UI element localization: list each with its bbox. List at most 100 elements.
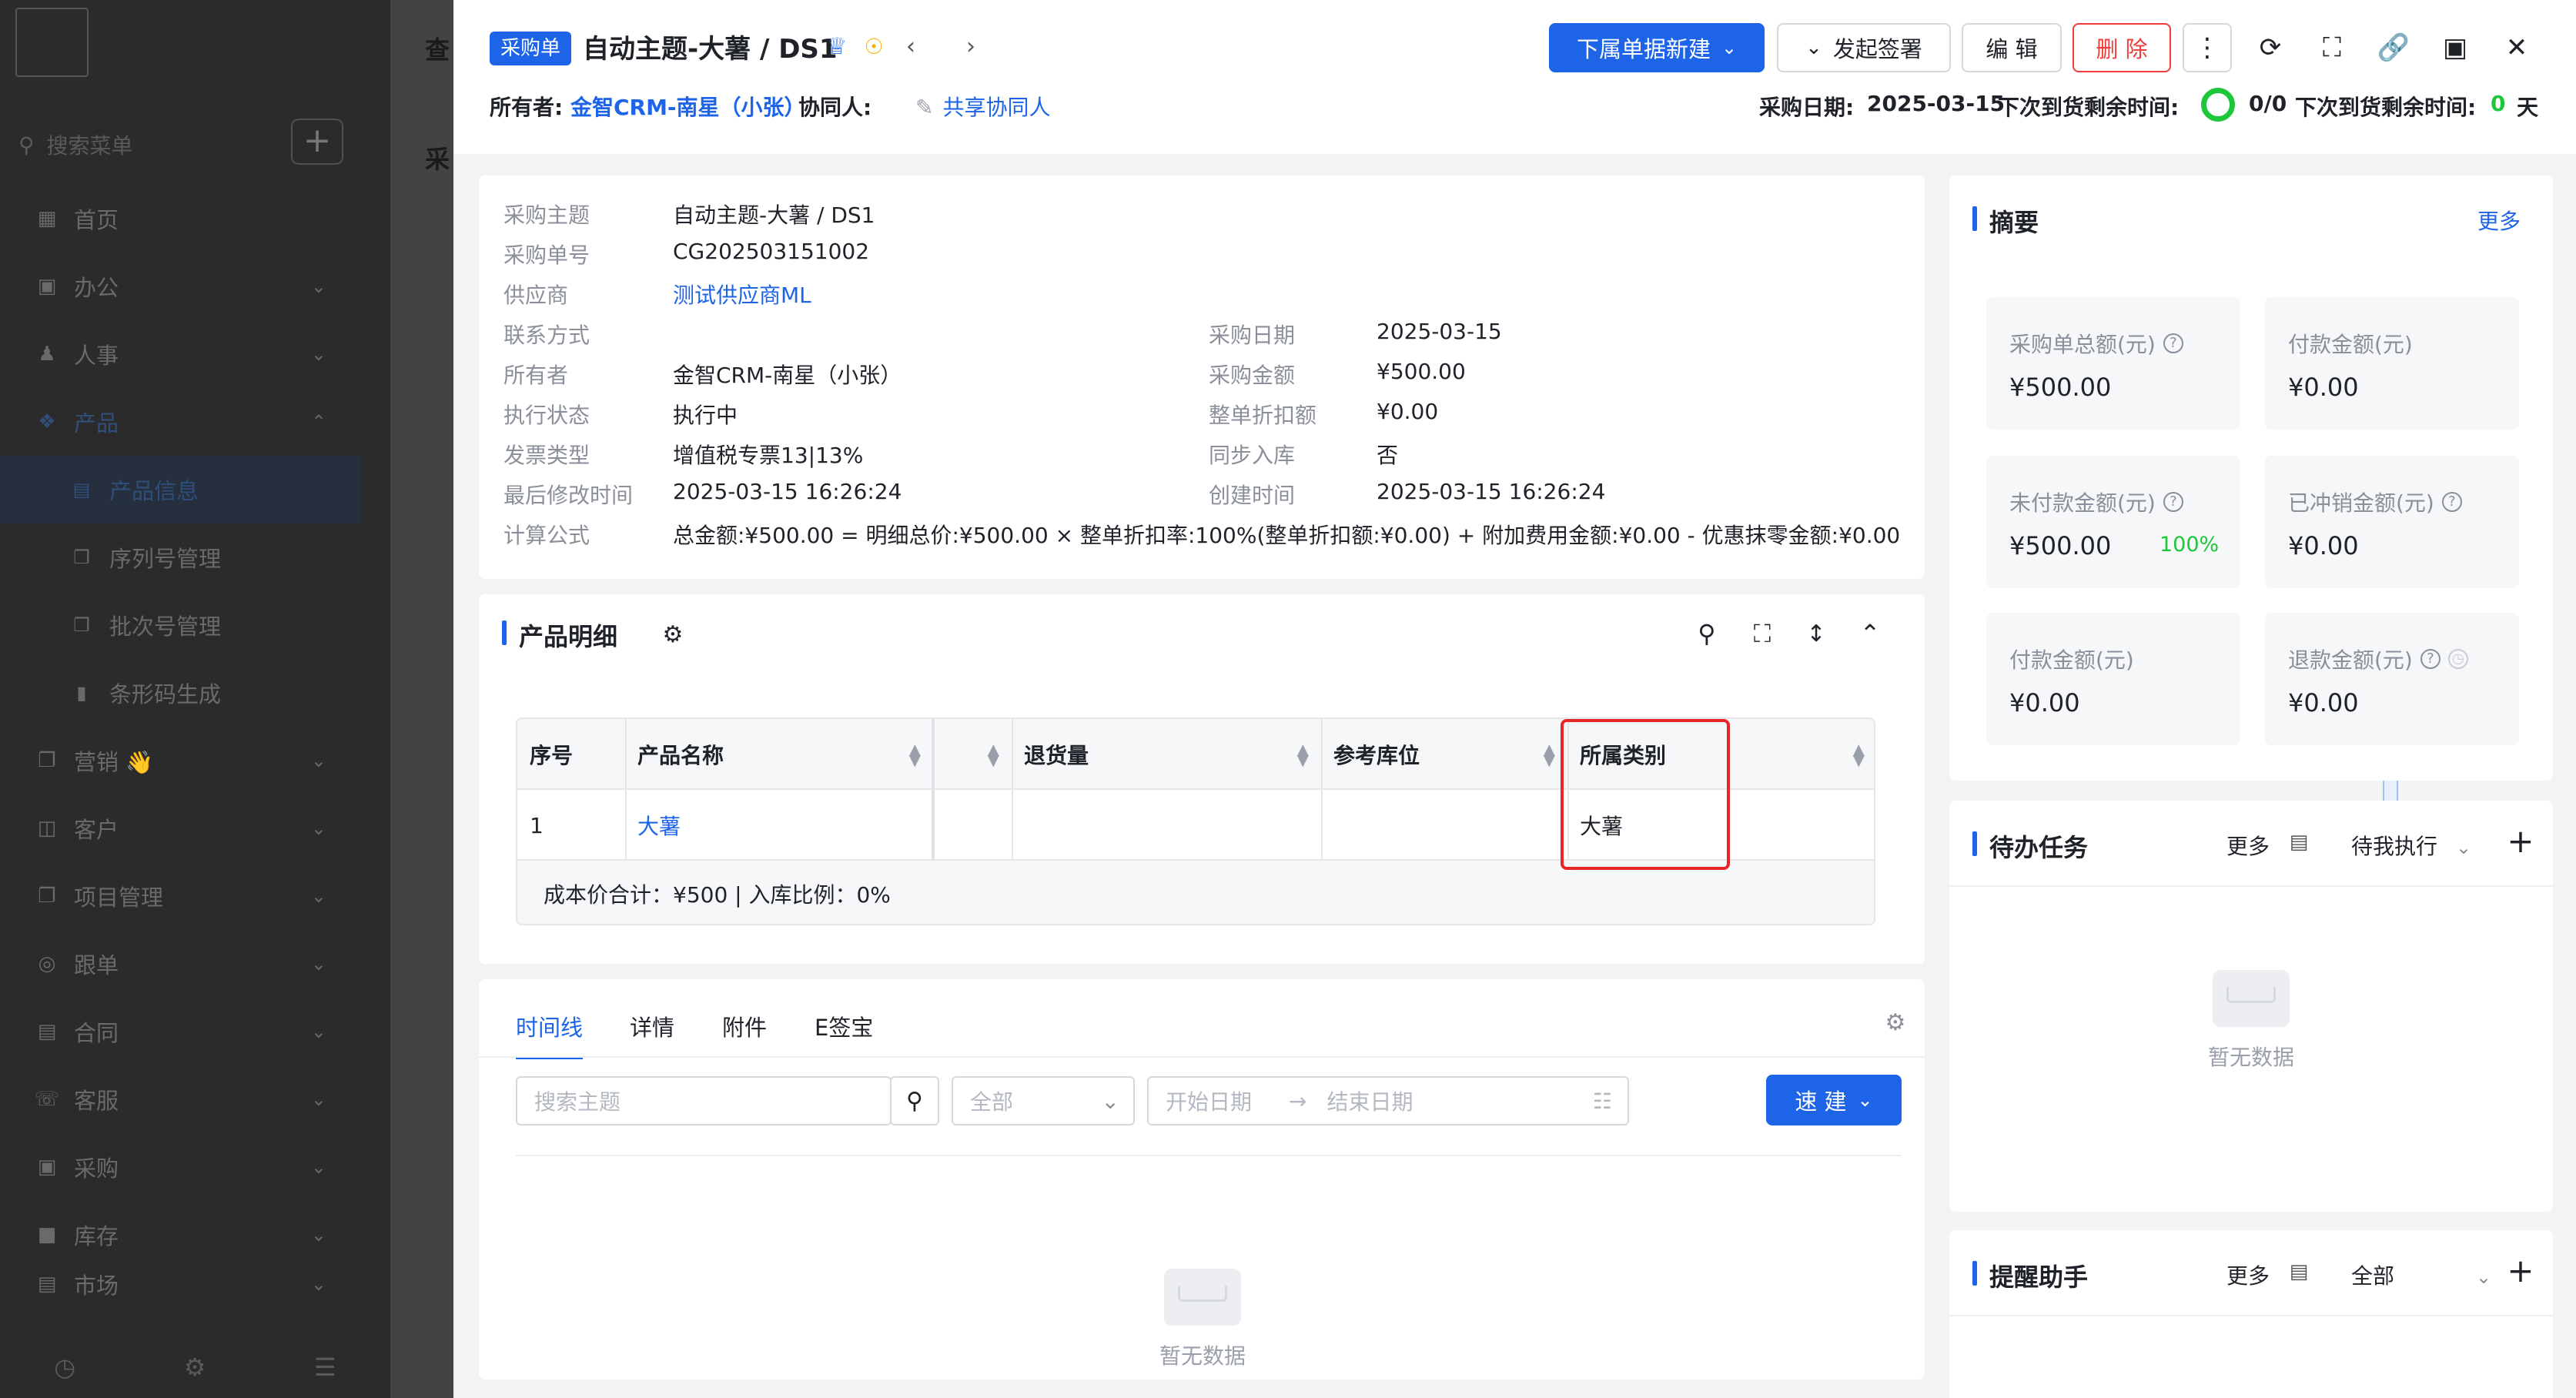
link-icon[interactable]: 🔗 (2374, 28, 2414, 68)
sub-document-new-label: 下属单据新建 (1576, 36, 1711, 62)
sidebar-item-service[interactable]: ☏ 客服 ⌄ (0, 1065, 362, 1133)
sidebar-search[interactable]: ⚲ 搜索菜单 (18, 123, 273, 166)
menu-collapse-icon[interactable]: ☰ (314, 1353, 336, 1382)
chevron-left-icon[interactable]: ‹ (895, 31, 926, 62)
more-actions-button[interactable]: ⋮ (2183, 23, 2232, 72)
book-icon[interactable]: ▤ (2285, 828, 2313, 856)
sidebar-item-hr[interactable]: ♟ 人事 ⌄ (0, 320, 362, 388)
empty-box-icon (2213, 970, 2290, 1027)
chevron-down-icon: ⌄ (1857, 1089, 1873, 1111)
help-icon[interactable]: ? (2420, 649, 2441, 669)
sort-icon[interactable]: ▲ ▼ (1297, 741, 1309, 768)
product-detail-card: 产品明细 ⚙ ⚲ ⛶ ↕ ⌃ 序号 产品名称 ▲ ▼ ▲ ▼ 退货量 ▲ ▼ 参考库位 ▲ ▼… (479, 594, 1925, 964)
column-header-location[interactable]: 参考库位 ▲ ▼ (1321, 719, 1567, 790)
sidebar-item-purchase[interactable]: ▣ 采购 ⌄ (0, 1133, 362, 1201)
tab-esign[interactable]: E签宝 (815, 1010, 873, 1042)
date-range-picker[interactable]: 开始日期 → 结束日期 ☷ (1147, 1076, 1629, 1125)
sidebar-add-button[interactable]: + (291, 119, 343, 165)
share-collaborator[interactable]: ✎ 共享协同人 (915, 91, 1050, 122)
start-sign-button[interactable]: ⌄ 发起签署 (1777, 23, 1951, 72)
settings-icon[interactable]: ⚙ (1878, 1005, 1912, 1039)
remaining-days: 0 (2491, 91, 2506, 116)
sidebar-item-product[interactable]: ❖ 产品 ⌃ (0, 388, 362, 456)
detail-drawer: 采购单 自动主题-大薯 / DS1 ♕ ☉ ‹ › 下属单据新建 ⌄ ⌄ 发起签… (453, 0, 2576, 1398)
tab-attachments[interactable]: 附件 (722, 1010, 767, 1042)
sidebar-sub-label: 条形码生成 (109, 681, 222, 707)
column-header-blank[interactable]: ▲ ▼ (933, 719, 1012, 790)
refresh-icon[interactable]: ⟳ (2250, 28, 2290, 68)
tab-timeline[interactable]: 时间线 (516, 1010, 584, 1059)
search-icon[interactable]: ⚲ (1689, 616, 1725, 651)
sidebar-item-office[interactable]: ▣ 办公 ⌄ (0, 253, 362, 320)
help-icon[interactable]: ? (2441, 492, 2462, 512)
sort-icon[interactable]: ▲ ▼ (988, 741, 999, 768)
sort-icon[interactable]: ▲ ▼ (1853, 741, 1865, 768)
people-icon: ♟ (38, 343, 56, 366)
delete-button[interactable]: 删 除 (2073, 23, 2171, 72)
sidebar-item-home[interactable]: ▦ 首页 (0, 185, 362, 253)
sidebar-item-contract[interactable]: ▤ 合同 ⌄ (0, 998, 362, 1065)
tools-icon[interactable]: ⚙ (184, 1353, 206, 1382)
tab-divider (479, 1056, 1925, 1058)
follow-star-icon[interactable]: ☉ (858, 31, 889, 62)
supplier-link[interactable]: 测试供应商ML (673, 279, 811, 309)
info-value: 总金额:¥500.00 = 明细总价:¥500.00 × 整单折扣率:100%(… (673, 523, 1901, 548)
search-input[interactable]: 搜索主题 (516, 1076, 892, 1125)
sidebar-item-customer[interactable]: ◫ 客户 ⌄ (0, 794, 362, 862)
reminder-filter[interactable]: 全部 ⌄ (2351, 1259, 2491, 1290)
sidebar-item-label: 营销 👋 (74, 749, 154, 775)
reminder-more-link[interactable]: 更多 (2226, 1259, 2270, 1290)
share-collaborator-link: 共享协同人 (942, 95, 1051, 120)
sidebar-sub-serial[interactable]: ❐ 序列号管理 (0, 523, 362, 591)
sidebar-item-market[interactable]: ▤ 市场 ⌄ (0, 1269, 362, 1299)
chevron-right-icon[interactable]: › (955, 31, 986, 62)
sidebar-sub-label: 序列号管理 (109, 546, 222, 572)
info-value: 2025-03-15 16:26:24 (673, 479, 902, 504)
sidebar-item-project[interactable]: ❐ 项目管理 ⌄ (0, 862, 362, 930)
tab-details[interactable]: 详情 (630, 1010, 674, 1042)
column-header-name[interactable]: 产品名称 ▲ ▼ (625, 719, 933, 790)
sort-icon[interactable]: ▲ ▼ (909, 741, 921, 768)
history-icon[interactable]: ◷ (54, 1353, 75, 1382)
fullscreen-icon[interactable]: ⛶ (2312, 28, 2352, 68)
laptop-icon[interactable]: ▣ (2435, 28, 2475, 68)
quick-create-button[interactable]: 速 建 ⌄ (1766, 1075, 1902, 1125)
add-reminder-icon[interactable]: + (2504, 1252, 2538, 1289)
sidebar-sub-barcode[interactable]: ▮ 条形码生成 (0, 659, 362, 727)
sidebar-sub-batch[interactable]: ❐ 批次号管理 (0, 591, 362, 659)
owner-link[interactable]: 金智CRM-南星（小张） (570, 95, 806, 120)
sort-icon[interactable]: ▲ ▼ (1544, 741, 1555, 768)
fullscreen-icon[interactable]: ⛶ (1745, 616, 1780, 651)
filter-select[interactable]: 全部 ⌄ (952, 1076, 1135, 1125)
arrow-right-icon: → (1289, 1088, 1307, 1114)
summary-stat-label-text: 退款金额(元) (2288, 647, 2413, 673)
grid-icon: ▦ (37, 207, 57, 230)
cell-product-name[interactable]: 大薯 (625, 790, 933, 861)
collapse-up-icon[interactable]: ⌃ (1852, 616, 1888, 651)
sidebar-sub-product-info[interactable]: ▤ 产品信息 (0, 456, 362, 523)
tasks-filter[interactable]: 待我执行 ⌄ (2351, 830, 2471, 861)
edit-button[interactable]: 编 辑 (1962, 23, 2062, 72)
sidebar-item-warehouse[interactable]: ■ 库存 ⌄ (0, 1201, 362, 1269)
info-value: ¥500.00 (1377, 359, 1466, 384)
summary-stat-label-text: 付款金额(元) (2288, 332, 2413, 357)
info-value: 2025-03-15 16:26:24 (1377, 479, 1606, 504)
tasks-more-link[interactable]: 更多 (2226, 830, 2270, 861)
summary-stat-value: ¥500.00 (2009, 373, 2112, 402)
chevron-down-icon: ⌄ (310, 953, 326, 975)
sidebar-item-follow[interactable]: ◎ 跟单 ⌄ (0, 930, 362, 998)
column-header-returns[interactable]: 退货量 ▲ ▼ (1012, 719, 1321, 790)
help-icon[interactable]: ? (2163, 492, 2183, 512)
search-button[interactable]: ⚲ (890, 1076, 939, 1125)
sidebar-item-marketing[interactable]: ❐ 营销 👋 ⌄ (0, 727, 362, 794)
add-task-icon[interactable]: + (2504, 822, 2538, 860)
book-icon[interactable]: ▤ (2285, 1258, 2313, 1286)
row-height-icon[interactable]: ↕ (1798, 616, 1834, 651)
summary-more-link[interactable]: 更多 (2477, 205, 2521, 236)
settings-icon[interactable]: ⚙ (657, 619, 688, 650)
help-icon[interactable]: ? (2163, 333, 2183, 353)
close-icon[interactable]: ✕ (2497, 28, 2537, 68)
info-value: 执行中 (673, 403, 738, 428)
chevron-down-icon: ⌄ (2476, 1266, 2492, 1288)
sub-document-new-button[interactable]: 下属单据新建 ⌄ (1549, 23, 1765, 72)
